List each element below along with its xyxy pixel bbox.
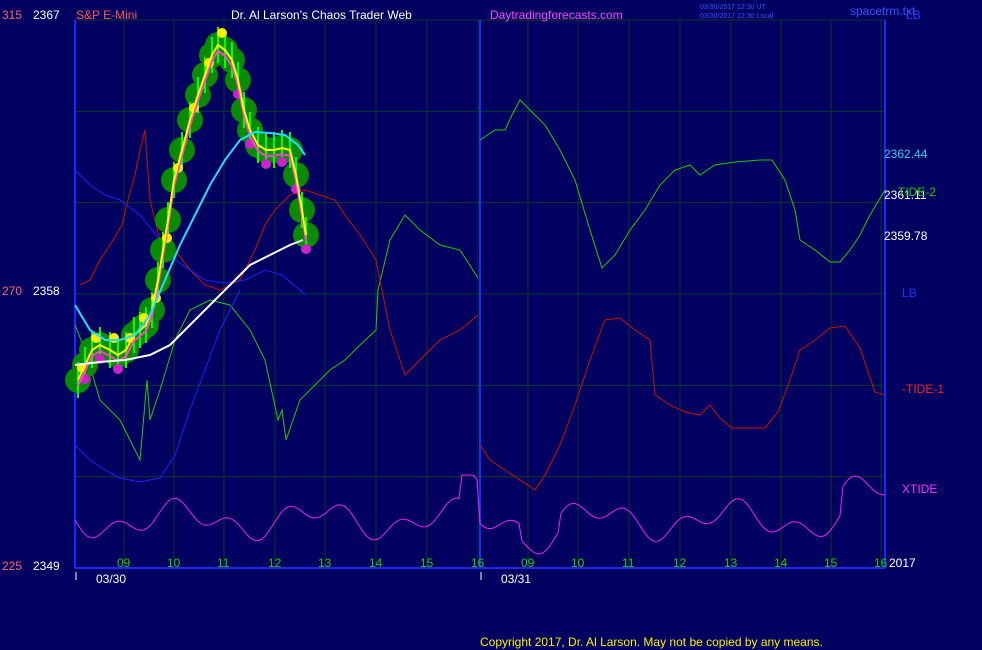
x-tick-label: 15 xyxy=(420,556,434,570)
x-tick-label: 12 xyxy=(673,556,687,570)
x-tick-label: 14 xyxy=(774,556,788,570)
y-outer-top: 315 xyxy=(2,8,22,22)
timestamp-ut: 03/30/2017 12:30 UT xyxy=(700,4,766,11)
x-tick-label: 11 xyxy=(217,556,230,570)
symbol-title: S&P E-Mini xyxy=(76,8,137,22)
x-tick-label: 10 xyxy=(571,556,585,570)
x-tick-label: 09 xyxy=(521,556,535,570)
site-url[interactable]: Daytradingforecasts.com xyxy=(490,8,623,22)
y-price-bottom: 2349 xyxy=(33,559,60,573)
date-label-1: 03/30 xyxy=(96,572,126,586)
down-dot xyxy=(301,244,311,254)
lb-top-label: LB xyxy=(906,8,921,22)
x-tick-label: 12 xyxy=(268,556,282,570)
x-tick-label: 10 xyxy=(167,556,181,570)
y-price-mid: 2358 xyxy=(33,284,60,298)
up-dot xyxy=(109,333,119,343)
timestamp-local: 03/30/2017 12:30 Local xyxy=(700,13,774,20)
down-dot xyxy=(261,159,271,169)
price-label-3: 2359.78 xyxy=(884,229,928,243)
copyright: Copyright 2017, Dr. Al Larson. May not b… xyxy=(480,635,823,649)
xtide-label: XTIDE xyxy=(902,482,937,496)
x-tick-label: 09 xyxy=(117,556,131,570)
x-tick-label: 13 xyxy=(724,556,738,570)
price-label-1: 2362.44 xyxy=(884,147,928,161)
x-tick-label: 13 xyxy=(318,556,332,570)
date-label-2: 03/31 xyxy=(501,572,531,586)
y-price-top: 2367 xyxy=(33,8,60,22)
tide2-label: TIDE-2 xyxy=(898,185,936,199)
y-outer-bottom: 225 xyxy=(2,559,22,573)
x-tick-label: 15 xyxy=(824,556,838,570)
down-dot xyxy=(113,364,123,374)
site-title: Dr. Al Larson's Chaos Trader Web xyxy=(231,8,412,22)
chaos-trader-chart: 315 2367 S&P E-Mini Dr. Al Larson's Chao… xyxy=(0,0,982,650)
y-outer-mid: 270 xyxy=(2,284,22,298)
down-dot xyxy=(277,157,287,167)
year-label: 2017 xyxy=(889,556,916,570)
x-tick-label: 14 xyxy=(369,556,383,570)
x-tick-label: 16 xyxy=(874,556,888,570)
x-tick-label: 16 xyxy=(471,556,485,570)
x-tick-label: 11 xyxy=(622,556,635,570)
tide1-label: -TIDE-1 xyxy=(902,382,944,396)
lb-label: LB xyxy=(902,286,917,300)
up-dot xyxy=(217,28,227,38)
